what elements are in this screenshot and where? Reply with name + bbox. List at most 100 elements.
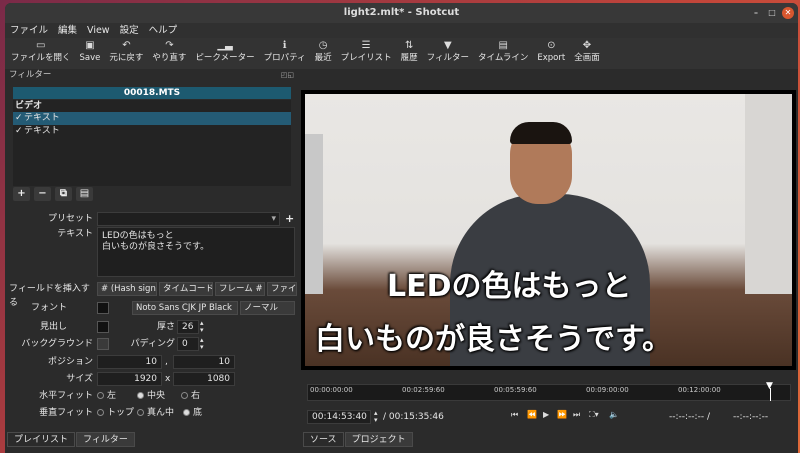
thickness-input[interactable]: 26 — [177, 320, 199, 334]
fullscreen-button[interactable]: ✥ 全画面 — [574, 38, 600, 64]
menu-view[interactable]: View — [82, 23, 115, 38]
checkbox-icon[interactable]: ✓ — [15, 125, 24, 138]
thickness-spinner-icon[interactable]: ▴ ▾ — [200, 320, 208, 334]
hfit-right-radio[interactable]: 右 — [181, 389, 221, 403]
filter-item[interactable]: ✓テキスト — [13, 112, 291, 125]
title-bar: light2.mlt* - Shotcut – □ ✕ — [5, 3, 798, 23]
redo-icon: ↷ — [165, 40, 174, 51]
left-tab-bar: プレイリスト フィルター — [7, 432, 136, 447]
position-y-input[interactable]: 10 — [173, 355, 235, 369]
close-icon[interactable]: ✕ — [782, 7, 794, 19]
filter-item[interactable]: ✓テキスト — [13, 125, 291, 138]
menu-file[interactable]: ファイル — [5, 23, 53, 38]
open-file-button[interactable]: ▭ ファイルを開く — [11, 38, 71, 64]
text-input[interactable]: LEDの色はもっと 白いものが良さそうです。 — [97, 227, 295, 277]
save-button[interactable]: ▣ Save — [80, 38, 101, 64]
time-spinner-icon[interactable]: ▴ ▾ — [374, 410, 378, 424]
tab-filters[interactable]: フィルター — [76, 432, 135, 447]
rewind-icon[interactable]: ⏪ — [527, 410, 537, 419]
video-viewer[interactable]: LEDの色はもっと 白いものが良さそうです。 — [301, 90, 796, 370]
vfit-middle-radio[interactable]: 真ん中 — [137, 406, 183, 420]
padding-input[interactable]: 0 — [177, 337, 199, 351]
peak-meter-button[interactable]: ▁▃ ピークメーター — [195, 38, 254, 64]
list-icon: ☰ — [361, 40, 371, 51]
size-width-input[interactable]: 1920 — [97, 372, 162, 386]
panel-title: フィルター — [9, 70, 52, 80]
font-style-button[interactable]: ノーマル — [240, 301, 295, 315]
tab-project[interactable]: プロジェクト — [344, 432, 413, 447]
maximize-icon[interactable]: □ — [766, 7, 778, 19]
meter-icon: ▁▃ — [217, 40, 233, 51]
vfit-label: 垂直フィット — [39, 408, 93, 418]
export-icon: ⊙ — [547, 40, 556, 51]
font-name-button[interactable]: Noto Sans CJK JP Black — [132, 301, 238, 315]
panel-header: フィルター ◰◱ — [5, 69, 297, 81]
checkbox-icon[interactable]: ✓ — [15, 112, 24, 125]
window-shape — [305, 134, 323, 294]
filter-list: ビデオ ✓テキスト ✓テキスト — [13, 100, 291, 186]
zoom-icon[interactable]: ⛶▾ — [589, 410, 599, 420]
size-label: サイズ — [66, 374, 93, 384]
font-color-swatch[interactable] — [97, 302, 109, 314]
main-toolbar: ▭ ファイルを開く ▣ Save ↶ 元に戻す ↷ やり直す ▁▃ ピークメーター ℹ プロ… — [5, 38, 798, 69]
vfit-top-radio[interactable]: トップ — [97, 406, 137, 420]
insert-hash-button[interactable]: # (Hash sign) — [97, 282, 157, 296]
undo-button[interactable]: ↶ 元に戻す — [109, 38, 143, 64]
position-label: ポジション — [47, 357, 93, 367]
insert-frame-button[interactable]: フレーム # — [215, 282, 265, 296]
radio-icon — [181, 392, 188, 399]
tab-source[interactable]: ソース — [303, 432, 344, 447]
padding-spinner-icon[interactable]: ▴ ▾ — [200, 337, 208, 351]
undo-icon: ↶ — [122, 40, 131, 51]
app-window: light2.mlt* - Shotcut – □ ✕ ファイル 編集 View… — [5, 3, 798, 453]
vfit-bottom-radio[interactable]: 底 — [183, 406, 223, 420]
properties-button[interactable]: ℹ プロパティ — [264, 38, 306, 64]
copy-filter-button[interactable]: ⧉ — [55, 187, 72, 201]
preset-select[interactable]: ▾ — [97, 212, 280, 226]
background-color-swatch[interactable] — [97, 338, 109, 350]
playlist-button[interactable]: ☰ プレイリスト — [341, 38, 392, 64]
hfit-center-radio[interactable]: 中央 — [137, 389, 181, 403]
hfit-left-radio[interactable]: 左 — [97, 389, 137, 403]
redo-button[interactable]: ↷ やり直す — [152, 38, 186, 64]
history-icon: ⇅ — [404, 40, 414, 51]
filters-panel: フィルター ◰◱ 00018.MTS ビデオ ✓テキスト ✓テキスト + − ⧉… — [5, 69, 297, 431]
export-button[interactable]: ⊙ Export — [537, 38, 565, 64]
paste-filter-button[interactable]: ▤ — [76, 187, 93, 201]
menu-bar: ファイル 編集 View 設定 ヘルプ — [5, 23, 798, 38]
remove-filter-button[interactable]: − — [34, 187, 51, 201]
size-height-input[interactable]: 1080 — [173, 372, 235, 386]
clock-icon: ◷ — [318, 40, 328, 51]
minimize-icon[interactable]: – — [750, 7, 762, 19]
play-icon[interactable]: ▶ — [543, 410, 549, 419]
save-preset-icon[interactable]: + — [285, 212, 295, 226]
radio-icon — [137, 409, 144, 416]
font-label: フォント — [30, 303, 67, 313]
history-button[interactable]: ⇅ 履歴 — [401, 38, 418, 64]
folder-icon: ▭ — [36, 40, 46, 51]
volume-icon[interactable]: 🔈 — [609, 410, 619, 419]
recent-button[interactable]: ◷ 最近 — [315, 38, 332, 64]
insert-file-button[interactable]: ファイル — [267, 282, 297, 296]
menu-edit[interactable]: 編集 — [53, 23, 82, 38]
position-separator: , — [165, 357, 168, 367]
insert-timecode-button[interactable]: タイムコード — [159, 282, 213, 296]
current-time-input[interactable]: 00:14:53:40 — [307, 410, 371, 424]
skip-start-icon[interactable]: ⏮ — [511, 410, 518, 420]
radio-icon — [137, 392, 144, 399]
panel-float-icon[interactable]: ◰◱ — [281, 69, 294, 81]
outline-color-swatch[interactable] — [97, 321, 109, 333]
time-ruler[interactable]: 00:00:00:00 00:02:59:60 00:05:59:60 00:0… — [307, 381, 791, 401]
fast-forward-icon[interactable]: ⏩ — [557, 410, 567, 419]
ruler-tick: 00:12:00:00 — [678, 386, 721, 394]
radio-icon — [97, 409, 104, 416]
filters-button[interactable]: ▼ フィルター — [427, 38, 469, 64]
tab-playlist[interactable]: プレイリスト — [7, 432, 76, 447]
add-filter-button[interactable]: + — [13, 187, 30, 201]
skip-end-icon[interactable]: ⏭ — [573, 410, 580, 420]
padding-label: パディング — [130, 339, 175, 349]
menu-help[interactable]: ヘルプ — [144, 23, 183, 38]
timeline-button[interactable]: ▤ タイムライン — [478, 38, 528, 64]
menu-settings[interactable]: 設定 — [115, 23, 144, 38]
position-x-input[interactable]: 10 — [97, 355, 162, 369]
